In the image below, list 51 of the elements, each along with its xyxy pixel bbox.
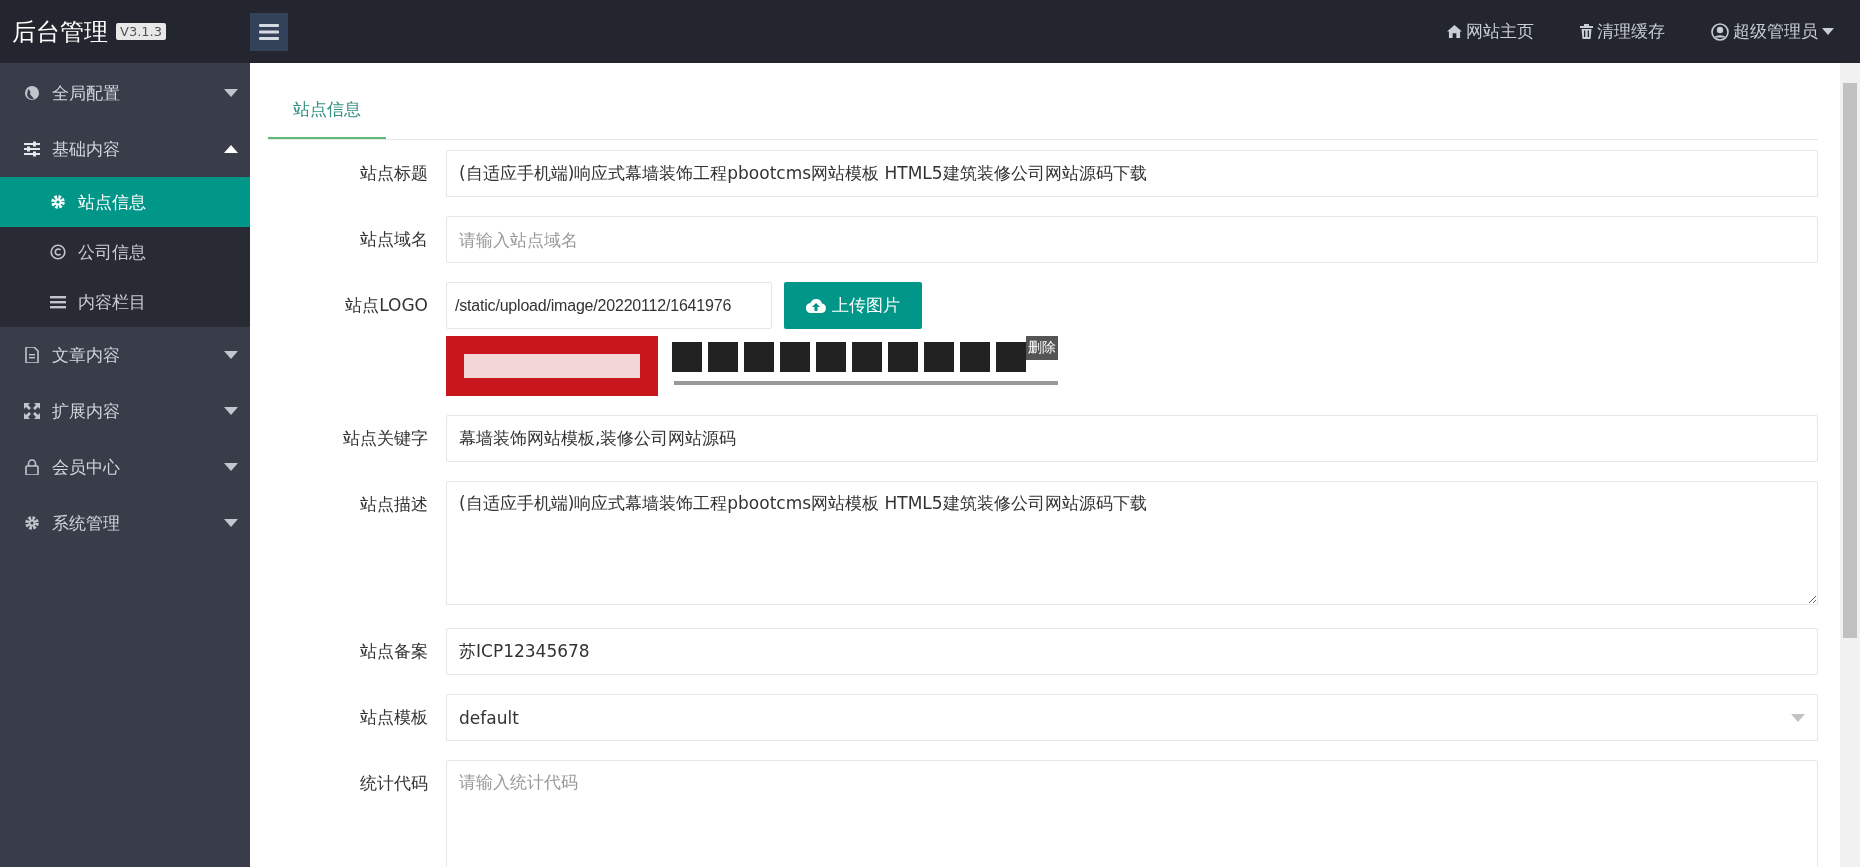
tab[interactable]: 站点信息 bbox=[268, 85, 386, 139]
header-link[interactable]: 超级管理员 bbox=[1711, 20, 1834, 43]
field-label: 站点域名 bbox=[359, 228, 429, 251]
globe-icon bbox=[24, 85, 40, 101]
copyright-icon bbox=[50, 244, 66, 260]
field-label: 统计代码 bbox=[359, 772, 429, 795]
sidebar-item[interactable]: 会员中心 bbox=[0, 439, 250, 495]
version-badge: V3.1.3 bbox=[116, 23, 166, 40]
upload-button[interactable]: 上传图片 bbox=[784, 282, 922, 329]
caret-icon bbox=[1791, 713, 1805, 722]
sidebar-item[interactable]: 扩展内容 bbox=[0, 383, 250, 439]
sidebar-item[interactable]: 系统管理 bbox=[0, 495, 250, 551]
field-label: 站点标题 bbox=[359, 162, 429, 185]
gear-icon bbox=[50, 194, 66, 210]
app-title: 后台管理 bbox=[12, 16, 108, 48]
header-link[interactable]: 清理缓存 bbox=[1580, 20, 1665, 43]
input-field[interactable]: 幕墙装饰网站模板,装修公司网站源码 bbox=[446, 415, 1818, 462]
field-label: 站点关键字 bbox=[342, 427, 429, 450]
delete-button[interactable]: 删除 bbox=[1026, 336, 1058, 360]
field-label: 站点模板 bbox=[359, 706, 429, 729]
cloud-upload-icon bbox=[806, 298, 826, 313]
home-icon bbox=[1447, 25, 1462, 38]
input-field[interactable]: 苏ICP12345678 bbox=[446, 628, 1818, 675]
expand-icon bbox=[24, 403, 40, 419]
input-field[interactable]: (自适应手机端)响应式幕墙装饰工程pbootcms网站模板 HTML5建筑装修公司网站源码下载 bbox=[446, 150, 1818, 197]
sidebar-item[interactable]: 基础内容 bbox=[0, 121, 250, 177]
menu-button[interactable] bbox=[250, 12, 288, 51]
text-area[interactable]: (自适应手机端)响应式幕墙装饰工程pbootcms网站模板 HTML5建筑装修公司网站源码下载 bbox=[446, 481, 1818, 605]
sliders-icon bbox=[24, 141, 40, 157]
sidebar-subitem[interactable]: 公司信息 bbox=[0, 227, 250, 277]
sidebar-item[interactable]: 文章内容 bbox=[0, 327, 250, 383]
lock-icon bbox=[24, 459, 40, 475]
scrollbar[interactable] bbox=[1840, 63, 1860, 867]
sidebar-item[interactable]: 全局配置 bbox=[0, 65, 250, 121]
document-icon bbox=[24, 347, 40, 363]
gear-icon bbox=[24, 515, 40, 531]
sidebar-subitem[interactable]: 站点信息 bbox=[0, 177, 250, 227]
field-label: 站点LOGO bbox=[344, 294, 429, 317]
field-label: 站点描述 bbox=[359, 493, 429, 516]
user-icon bbox=[1711, 22, 1729, 41]
sidebar-subitem[interactable]: 内容栏目 bbox=[0, 277, 250, 327]
input-field[interactable]: 请输入站点域名 bbox=[446, 216, 1818, 263]
input-field[interactable]: /static/upload/image/20220112/1641976 bbox=[446, 282, 772, 329]
trash-icon bbox=[1580, 24, 1593, 39]
caret-icon bbox=[1822, 28, 1834, 35]
menu-icon bbox=[259, 23, 279, 40]
field-label: 站点备案 bbox=[359, 640, 429, 663]
select-field[interactable]: default bbox=[446, 694, 1818, 741]
text-area[interactable]: 请输入统计代码 bbox=[446, 760, 1818, 867]
list-icon bbox=[50, 294, 66, 310]
header-link[interactable]: 网站主页 bbox=[1447, 20, 1534, 43]
